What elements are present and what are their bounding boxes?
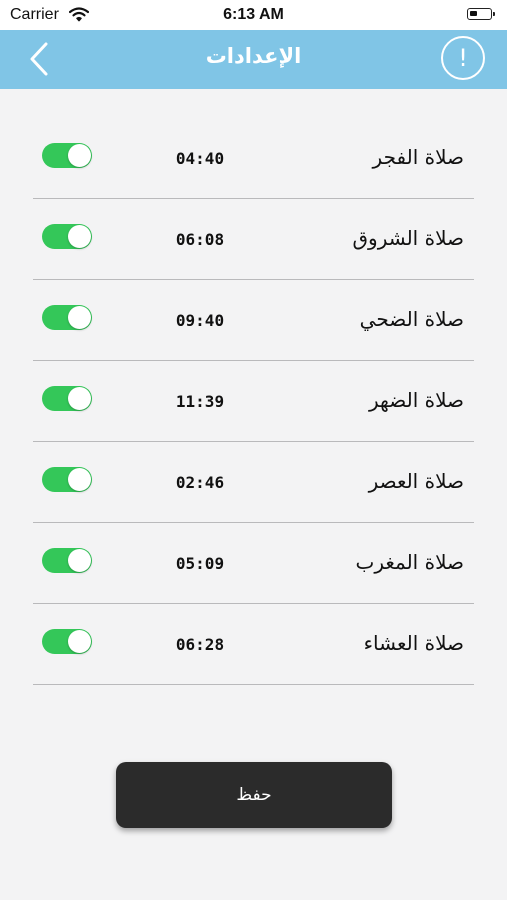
prayer-name: صلاة الضحي (359, 307, 464, 331)
toggle-knob (68, 630, 91, 653)
asr-toggle[interactable] (42, 467, 92, 492)
prayer-name: صلاة الشروق (352, 226, 464, 250)
prayer-name: صلاة العشاء (363, 631, 464, 655)
prayer-time: 02:46 (175, 473, 225, 492)
prayer-row-isha: 06:28 صلاة العشاء (0, 604, 507, 685)
prayer-name: صلاة الفجر (372, 145, 464, 169)
prayer-name: صلاة المغرب (355, 550, 464, 574)
battery-icon (467, 8, 495, 20)
dhuhr-toggle[interactable] (42, 386, 92, 411)
toggle-knob (68, 306, 91, 329)
prayer-time: 05:09 (175, 554, 225, 573)
toggle-knob (68, 144, 91, 167)
prayer-times-list: 04:40 صلاة الفجر 06:08 صلاة الشروق 09:40… (0, 118, 507, 685)
toggle-knob (68, 387, 91, 410)
navigation-bar: الإعدادات ! (0, 30, 507, 89)
status-bar: Carrier 6:13 AM (0, 0, 507, 30)
prayer-time: 04:40 (175, 149, 225, 168)
prayer-time: 11:39 (175, 392, 225, 411)
prayer-row-asr: 02:46 صلاة العصر (0, 442, 507, 523)
prayer-row-dhuhr: 11:39 صلاة الضهر (0, 361, 507, 442)
info-icon: ! (458, 44, 468, 72)
prayer-row-sunrise: 06:08 صلاة الشروق (0, 199, 507, 280)
fajr-toggle[interactable] (42, 143, 92, 168)
sunrise-toggle[interactable] (42, 224, 92, 249)
status-time: 6:13 AM (223, 6, 284, 23)
save-button[interactable]: حفظ (116, 762, 392, 828)
prayer-row-fajr: 04:40 صلاة الفجر (0, 118, 507, 199)
prayer-time: 06:28 (175, 635, 225, 654)
toggle-knob (68, 468, 91, 491)
page-title: الإعدادات (205, 44, 302, 68)
maghrib-toggle[interactable] (42, 548, 92, 573)
prayer-time: 06:08 (175, 230, 225, 249)
prayer-time: 09:40 (175, 311, 225, 330)
row-divider (33, 684, 474, 685)
prayer-name: صلاة العصر (368, 469, 464, 493)
toggle-knob (68, 549, 91, 572)
duha-toggle[interactable] (42, 305, 92, 330)
isha-toggle[interactable] (42, 629, 92, 654)
prayer-row-duha: 09:40 صلاة الضحي (0, 280, 507, 361)
prayer-row-maghrib: 05:09 صلاة المغرب (0, 523, 507, 604)
toggle-knob (68, 225, 91, 248)
prayer-name: صلاة الضهر (369, 388, 464, 412)
info-button[interactable]: ! (441, 36, 485, 80)
